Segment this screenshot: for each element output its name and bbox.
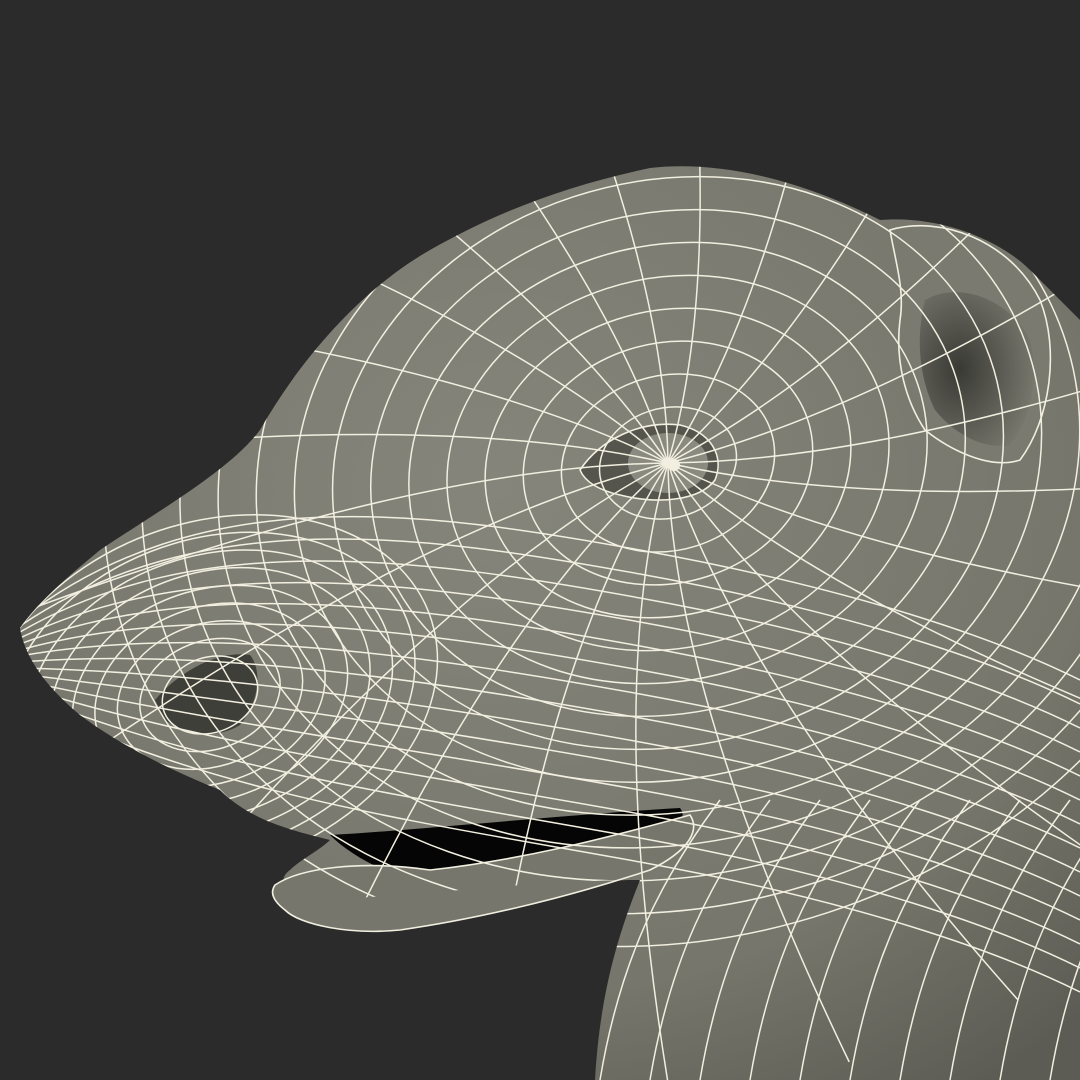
3d-viewport [0,0,1080,1080]
dog-head-render [20,166,1080,1080]
